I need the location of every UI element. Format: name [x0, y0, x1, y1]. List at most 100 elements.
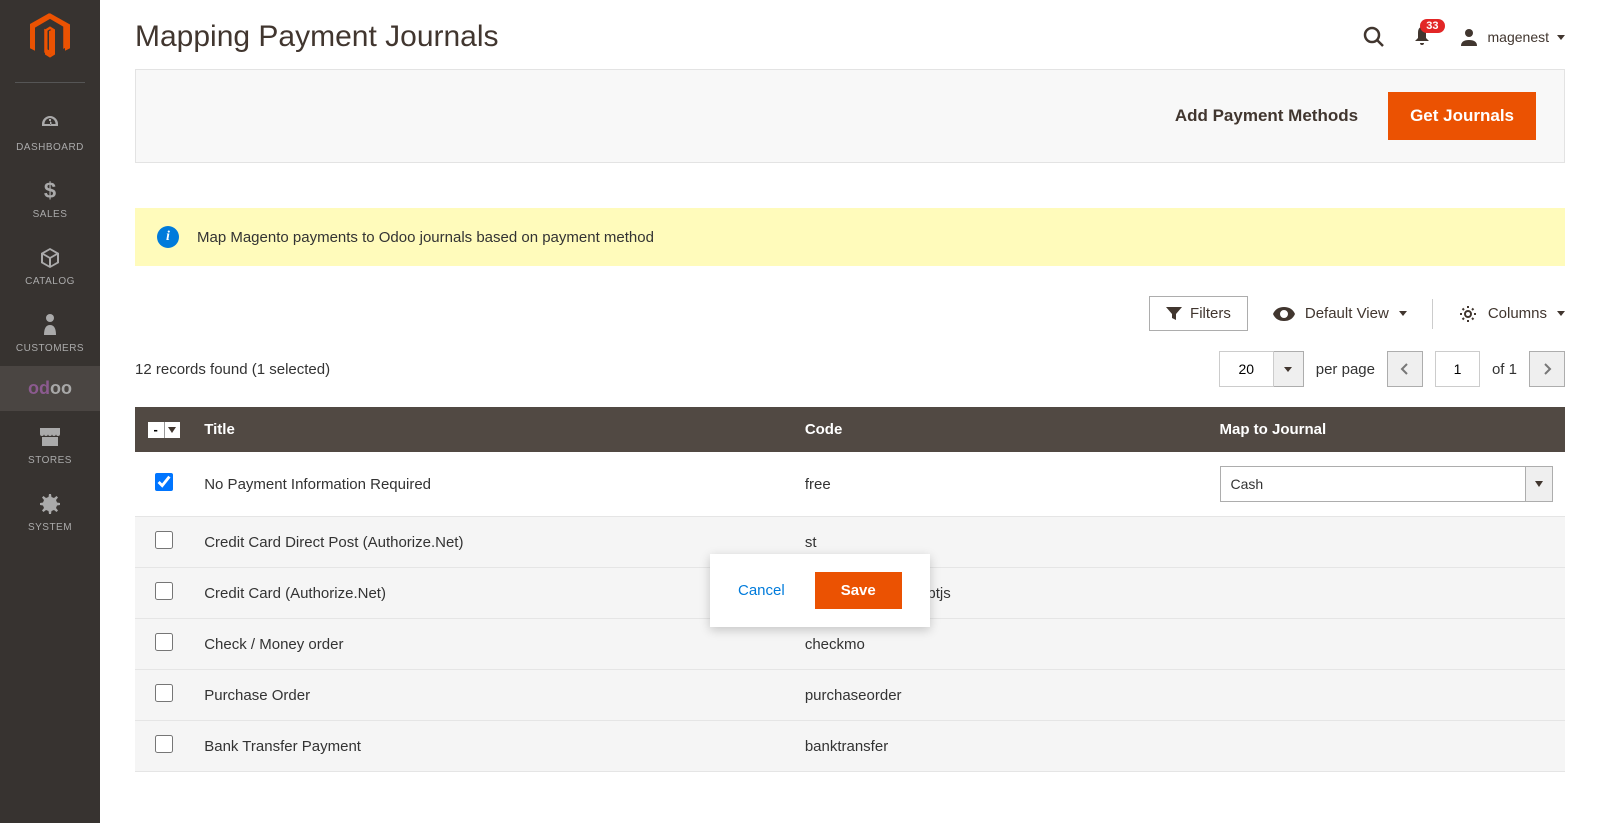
sidebar-item-customers[interactable]: CUSTOMERS	[0, 299, 100, 366]
header-actions: 33 magenest	[1362, 25, 1565, 50]
sidebar-item-label: odoo	[28, 378, 72, 399]
row-select-cell	[135, 721, 192, 772]
page-header: Mapping Payment Journals 33 magenest	[100, 0, 1600, 69]
svg-text:$: $	[44, 179, 56, 203]
grid-toolbar: 12 records found (1 selected) per page o…	[135, 351, 1565, 387]
column-header-title[interactable]: Title	[192, 407, 793, 452]
user-name: magenest	[1488, 29, 1549, 45]
row-journal: Cash	[1208, 452, 1566, 517]
row-checkbox[interactable]	[155, 473, 173, 491]
dashboard-icon	[36, 110, 64, 138]
save-button[interactable]: Save	[815, 572, 902, 609]
bell-icon	[1411, 34, 1433, 50]
select-all-header[interactable]: -	[135, 407, 192, 452]
sidebar-item-sales[interactable]: $ SALES	[0, 165, 100, 232]
sidebar-item-label: SYSTEM	[28, 522, 72, 533]
cancel-button[interactable]: Cancel	[738, 582, 785, 599]
notification-badge: 33	[1420, 19, 1444, 33]
gear-icon	[36, 490, 64, 518]
info-icon: i	[157, 226, 179, 248]
table-row[interactable]: Purchase Orderpurchaseorder	[135, 670, 1565, 721]
box-icon	[36, 244, 64, 272]
next-page-button[interactable]	[1529, 351, 1565, 387]
default-view-label: Default View	[1305, 305, 1389, 322]
row-checkbox[interactable]	[155, 633, 173, 651]
notifications-button[interactable]: 33	[1411, 25, 1433, 50]
caret-down-icon	[1557, 35, 1565, 40]
row-journal	[1208, 568, 1566, 619]
row-code: free	[793, 452, 1208, 517]
grid-controls: Filters Default View Columns	[135, 296, 1565, 331]
row-code: banktransfer	[793, 721, 1208, 772]
sidebar-item-label: CUSTOMERS	[16, 343, 84, 354]
column-header-code[interactable]: Code	[793, 407, 1208, 452]
row-journal	[1208, 670, 1566, 721]
sidebar-item-catalog[interactable]: CATALOG	[0, 232, 100, 299]
current-page-input[interactable]	[1435, 351, 1480, 387]
table-row[interactable]: Bank Transfer Paymentbanktransfer	[135, 721, 1565, 772]
caret-down-icon	[1557, 311, 1565, 316]
sidebar-item-odoo[interactable]: odoo	[0, 366, 100, 411]
page-size-dropdown[interactable]	[1274, 351, 1304, 387]
row-select-cell	[135, 619, 192, 670]
default-view-control[interactable]: Default View	[1273, 305, 1407, 322]
page-title: Mapping Payment Journals	[135, 20, 499, 54]
row-checkbox[interactable]	[155, 684, 173, 702]
row-title: Check / Money order	[192, 619, 793, 670]
dollar-icon: $	[36, 177, 64, 205]
row-select-cell	[135, 517, 192, 568]
sidebar: DASHBOARD $ SALES CATALOG CUSTOMERS odoo…	[0, 0, 100, 823]
sidebar-item-label: SALES	[33, 209, 68, 220]
sidebar-item-label: CATALOG	[25, 276, 75, 287]
sidebar-item-system[interactable]: SYSTEM	[0, 478, 100, 545]
table-header-row: - Title Code Map to Journal	[135, 407, 1565, 452]
search-icon[interactable]	[1362, 25, 1386, 49]
per-page-label: per page	[1316, 361, 1375, 378]
sidebar-divider	[15, 82, 85, 83]
user-icon	[1458, 26, 1480, 48]
filters-button[interactable]: Filters	[1149, 296, 1248, 331]
info-text: Map Magento payments to Odoo journals ba…	[197, 229, 654, 246]
user-menu[interactable]: magenest	[1458, 26, 1565, 48]
prev-page-button[interactable]	[1387, 351, 1423, 387]
sidebar-item-dashboard[interactable]: DASHBOARD	[0, 98, 100, 165]
page-size-control	[1219, 351, 1304, 387]
sidebar-item-label: STORES	[28, 455, 72, 466]
sidebar-item-label: DASHBOARD	[16, 142, 84, 153]
row-code: purchaseorder	[793, 670, 1208, 721]
person-icon	[36, 311, 64, 339]
row-title: No Payment Information Required	[192, 452, 793, 517]
journal-select-dropdown[interactable]	[1526, 466, 1553, 502]
eye-icon	[1273, 307, 1295, 321]
info-banner: i Map Magento payments to Odoo journals …	[135, 208, 1565, 266]
inline-edit-actions: Cancel Save	[710, 554, 930, 627]
sidebar-item-stores[interactable]: STORES	[0, 411, 100, 478]
row-checkbox[interactable]	[155, 582, 173, 600]
row-checkbox[interactable]	[155, 735, 173, 753]
row-title: Bank Transfer Payment	[192, 721, 793, 772]
page-size-input[interactable]	[1219, 351, 1274, 387]
get-journals-button[interactable]: Get Journals	[1388, 92, 1536, 140]
main-content: Mapping Payment Journals 33 magenest Add…	[100, 0, 1600, 772]
caret-down-icon	[1399, 311, 1407, 316]
row-journal	[1208, 517, 1566, 568]
row-checkbox[interactable]	[155, 531, 173, 549]
row-journal	[1208, 619, 1566, 670]
add-payment-methods-link[interactable]: Add Payment Methods	[1175, 106, 1358, 126]
columns-label: Columns	[1488, 305, 1547, 322]
columns-control[interactable]: Columns	[1458, 304, 1565, 324]
select-all-dropdown[interactable]	[164, 422, 180, 438]
gear-icon	[1458, 304, 1478, 324]
select-all-checkbox[interactable]: -	[148, 422, 164, 438]
journal-select[interactable]: Cash	[1220, 466, 1526, 502]
magento-logo[interactable]	[28, 12, 73, 62]
row-title: Credit Card (Authorize.Net)	[192, 568, 793, 619]
row-title: Credit Card Direct Post (Authorize.Net)	[192, 517, 793, 568]
row-select-cell	[135, 670, 192, 721]
column-header-journal[interactable]: Map to Journal	[1208, 407, 1566, 452]
funnel-icon	[1166, 307, 1182, 321]
page-of-label: of 1	[1492, 361, 1517, 378]
row-select-cell	[135, 568, 192, 619]
table-row[interactable]: No Payment Information Requiredfree Cash	[135, 452, 1565, 517]
caret-down-icon	[1284, 367, 1292, 372]
